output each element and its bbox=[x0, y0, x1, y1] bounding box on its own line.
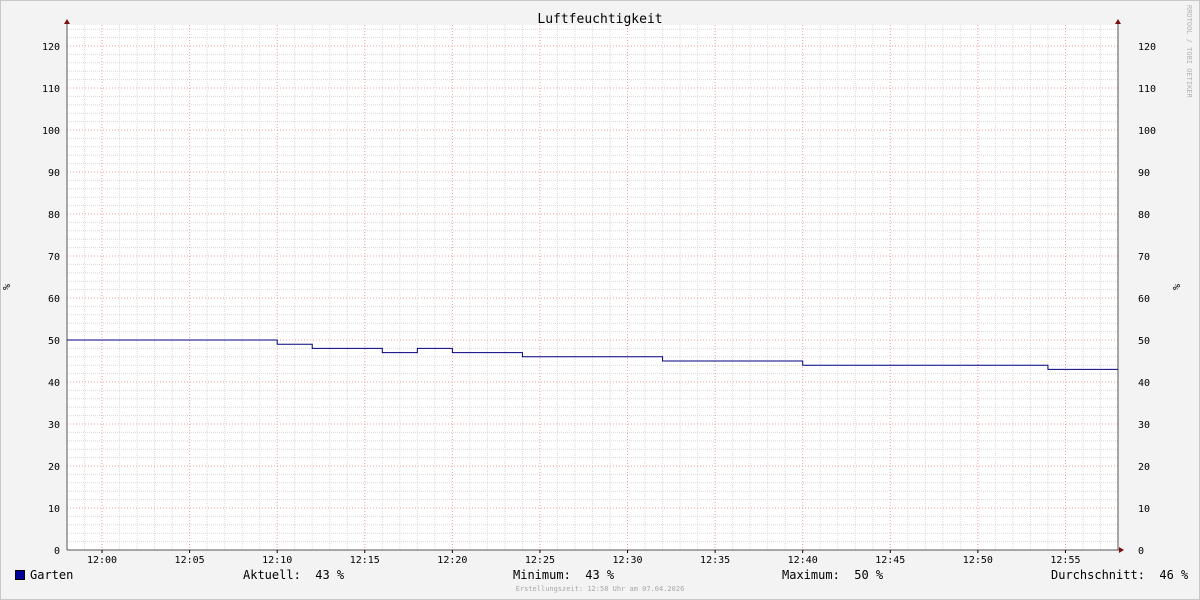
x-tick-label: 12:10 bbox=[262, 555, 292, 566]
y-tick-label-right: 90 bbox=[1138, 168, 1150, 179]
y-tick-label: 90 bbox=[48, 168, 60, 179]
y-tick-label-right: 10 bbox=[1138, 504, 1150, 515]
minor-grid bbox=[67, 25, 1118, 550]
x-tick-label: 12:35 bbox=[700, 555, 730, 566]
y-tick-label: 50 bbox=[48, 336, 60, 347]
legend-series-name: Garten bbox=[30, 568, 74, 582]
y-tick-label-right: 70 bbox=[1138, 252, 1150, 263]
y-ticks-left: 0 10 20 30 40 50 60 70 80 90 100 110 120 bbox=[42, 42, 60, 557]
rrdtool-credit: RRDTOOL / TOBI OETIKER bbox=[1185, 5, 1193, 98]
legend-maximum: Maximum: 50 % bbox=[782, 568, 883, 582]
legend-avg-label: Durchschnitt: bbox=[1051, 568, 1145, 582]
y-ticks-right: 0 10 20 30 40 50 60 70 80 90 100 110 120 bbox=[1138, 42, 1156, 557]
legend-min-label: Minimum: bbox=[513, 568, 571, 582]
y-tick-label: 70 bbox=[48, 252, 60, 263]
x-tick-label: 12:20 bbox=[437, 555, 467, 566]
legend-average: Durchschnitt: 46 % bbox=[1051, 568, 1188, 582]
x-tick-label: 12:15 bbox=[350, 555, 380, 566]
y-tick-label: 60 bbox=[48, 294, 60, 305]
legend-current-label: Aktuell: bbox=[243, 568, 301, 582]
y-tick-label: 20 bbox=[48, 462, 60, 473]
y-tick-label-right: 0 bbox=[1138, 546, 1144, 557]
legend-max-value: 50 % bbox=[854, 568, 884, 582]
legend-max-label: Maximum: bbox=[782, 568, 840, 582]
y-tick-label-right: 50 bbox=[1138, 336, 1150, 347]
y-axis-arrow-left bbox=[64, 19, 70, 24]
y-tick-label-right: 80 bbox=[1138, 210, 1150, 221]
y-tick-label-right: 30 bbox=[1138, 420, 1150, 431]
y-tick-label-right: 60 bbox=[1138, 294, 1150, 305]
y-tick-label-right: 20 bbox=[1138, 462, 1150, 473]
x-tick-label: 12:30 bbox=[612, 555, 642, 566]
chart-title: Luftfeuchtigkeit bbox=[537, 12, 662, 27]
x-axis-arrow bbox=[1119, 547, 1124, 553]
legend-current: Aktuell: 43 % bbox=[243, 568, 344, 582]
y-tick-label-right: 120 bbox=[1138, 42, 1156, 53]
x-tick-label: 12:05 bbox=[175, 555, 205, 566]
legend-avg-value: 46 % bbox=[1159, 568, 1189, 582]
legend-minimum: Minimum: 43 % bbox=[513, 568, 614, 582]
y-axis-label-left: % bbox=[2, 284, 13, 290]
x-tick-label: 12:25 bbox=[525, 555, 555, 566]
y-axis-arrow-right bbox=[1115, 19, 1121, 24]
y-tick-label: 10 bbox=[48, 504, 60, 515]
x-tick-label: 12:55 bbox=[1050, 555, 1080, 566]
humidity-chart: 0 10 20 30 40 50 60 70 80 90 100 110 120 0 10 20 30 40 50… bbox=[2, 12, 1183, 566]
legend: Garten Aktuell: 43 % Minimum: 43 % Maxim… bbox=[0, 568, 1200, 584]
y-tick-label-right: 110 bbox=[1138, 84, 1156, 95]
y-tick-label: 40 bbox=[48, 378, 60, 389]
y-tick-label: 110 bbox=[42, 84, 60, 95]
x-tick-label: 12:40 bbox=[788, 555, 818, 566]
x-tick-label: 12:45 bbox=[875, 555, 905, 566]
y-tick-label: 30 bbox=[48, 420, 60, 431]
y-tick-label-right: 40 bbox=[1138, 378, 1150, 389]
y-tick-label: 100 bbox=[42, 126, 60, 137]
x-ticks: 12:00 12:05 12:10 12:15 12:20 12:25 12:30 12:35… bbox=[87, 550, 1081, 566]
y-tick-label-right: 100 bbox=[1138, 126, 1156, 137]
legend-min-value: 43 % bbox=[585, 568, 615, 582]
y-axis-label-right: % bbox=[1172, 284, 1183, 290]
legend-current-value: 43 % bbox=[315, 568, 345, 582]
y-tick-label: 0 bbox=[54, 546, 60, 557]
y-tick-label: 80 bbox=[48, 210, 60, 221]
footer-timestamp: Erstellungszeit: 12:58 Uhr am 07.04.2026 bbox=[515, 585, 685, 593]
x-tick-label: 12:50 bbox=[963, 555, 993, 566]
x-tick-label: 12:00 bbox=[87, 555, 117, 566]
y-tick-label: 120 bbox=[42, 42, 60, 53]
